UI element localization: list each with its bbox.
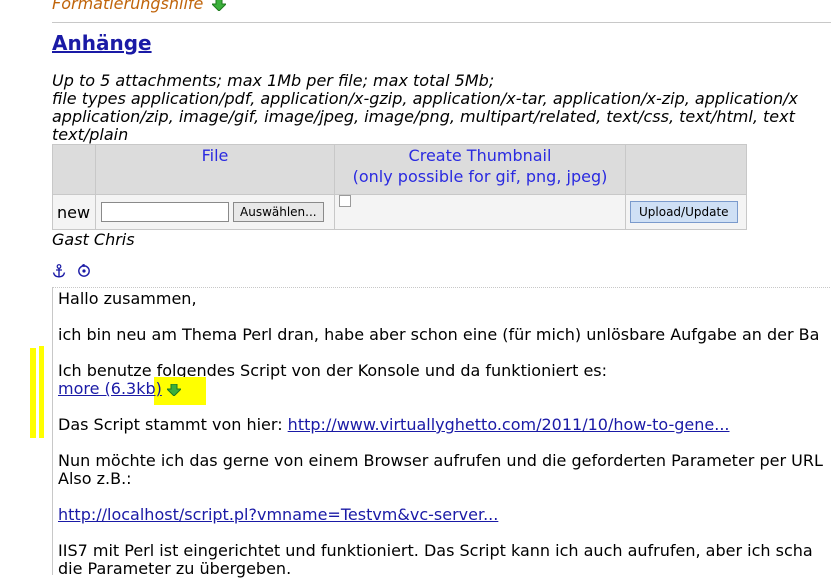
- upload-cell: Upload/Update: [625, 194, 747, 230]
- attachment-info-line: Up to 5 attachments; max 1Mb per file; m…: [52, 72, 495, 90]
- upload-update-button[interactable]: Upload/Update: [630, 201, 738, 223]
- attachment-info: Up to 5 attachments; max 1Mb per file; m…: [52, 72, 831, 144]
- file-cell: Auswählen...: [95, 194, 335, 230]
- column-header-thumbnail-note: (only possible for gif, png, jpeg): [352, 167, 608, 186]
- more-link[interactable]: more (6.3kb): [58, 379, 162, 398]
- source-prefix: Das Script stammt von hier:: [58, 415, 288, 434]
- column-header-file: File: [95, 144, 335, 195]
- post-paragraph: Also z.B.:: [58, 469, 132, 488]
- post-paragraph: IIS7 mit Perl ist eingerichtet und funkt…: [58, 541, 813, 560]
- format-help-label[interactable]: Formatierungshilfe: [52, 0, 203, 13]
- post-icons: [52, 263, 97, 282]
- post-author: Gast Chris: [52, 230, 135, 249]
- column-header-thumbnail-label: Create Thumbnail: [408, 146, 552, 165]
- file-path-input[interactable]: [101, 202, 229, 223]
- column-header-file-label: File: [201, 146, 229, 165]
- green-down-arrow-icon[interactable]: [212, 0, 227, 11]
- new-row-label: new: [57, 202, 91, 222]
- attachment-info-line: text/plain: [52, 125, 129, 144]
- header-empty-cell: [52, 144, 96, 195]
- example-link-line: http://localhost/script.pl?vmname=Testvm…: [58, 506, 498, 524]
- post-paragraph: die Parameter zu übergeben.: [58, 559, 292, 578]
- header-empty-cell: [625, 144, 747, 195]
- attachments-heading[interactable]: Anhänge: [52, 31, 152, 55]
- thumbnail-cell: [334, 194, 626, 230]
- reply-icon[interactable]: [77, 264, 91, 278]
- format-help-link[interactable]: Formatierungshilfe: [52, 0, 227, 13]
- source-line: Das Script stammt von hier: http://www.v…: [58, 416, 730, 434]
- attachment-info-line: file types application/pdf, application/…: [52, 89, 799, 108]
- example-link[interactable]: http://localhost/script.pl?vmname=Testvm…: [58, 505, 498, 524]
- create-thumbnail-checkbox[interactable]: [339, 194, 351, 207]
- column-header-thumbnail: Create Thumbnail (only possible for gif,…: [334, 144, 626, 195]
- highlight-mark: [39, 346, 44, 438]
- attachment-table: File Create Thumbnail (only possible for…: [52, 144, 747, 230]
- anchor-icon[interactable]: [52, 264, 66, 278]
- browse-button[interactable]: Auswählen...: [233, 202, 324, 223]
- post-paragraph: Nun möchte ich das gerne von einem Brows…: [58, 451, 823, 470]
- new-row-label-cell: new: [52, 194, 96, 230]
- post-greeting: Hallo zusammen,: [58, 289, 197, 308]
- source-link[interactable]: http://www.virtuallyghetto.com/2011/10/h…: [288, 415, 730, 434]
- divider: [52, 22, 831, 23]
- attachment-info-line: application/zip, image/gif, image/jpeg, …: [52, 107, 795, 126]
- more-link-line: more (6.3kb): [58, 380, 181, 398]
- post-body: Hallo zusammen, ich bin neu am Thema Per…: [30, 287, 831, 578]
- post-paragraph: Ich benutze folgendes Script von der Kon…: [58, 361, 608, 380]
- green-down-arrow-icon[interactable]: [166, 383, 181, 396]
- post-paragraph: ich bin neu am Thema Perl dran, habe abe…: [58, 325, 820, 344]
- highlight-mark: [30, 348, 36, 438]
